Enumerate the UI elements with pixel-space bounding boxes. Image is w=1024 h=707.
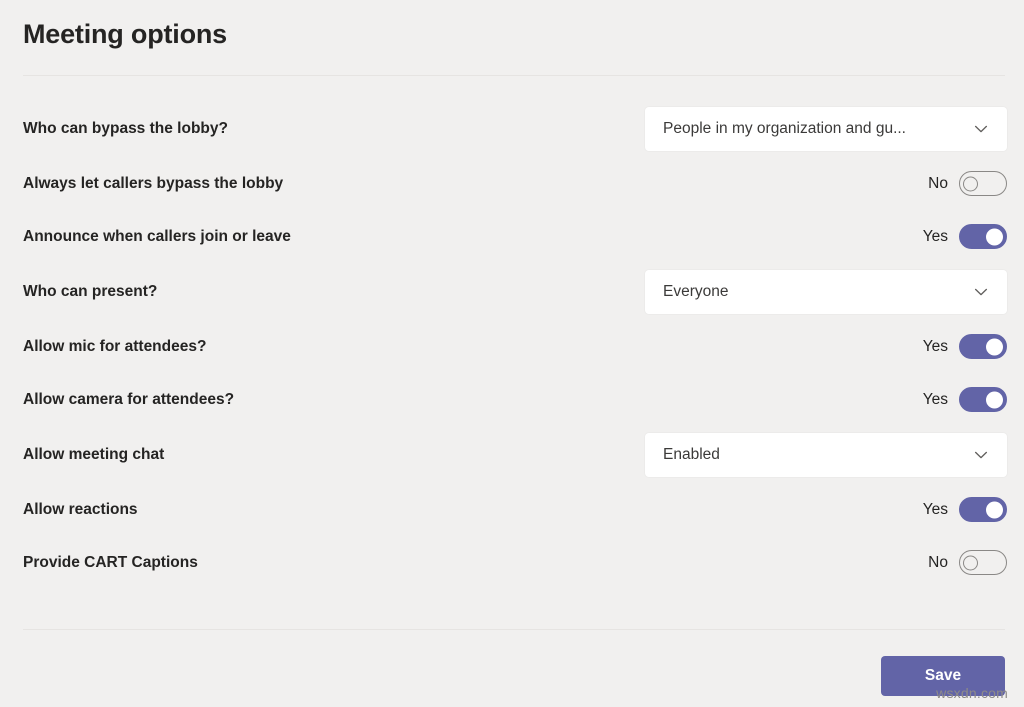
option-row-announce-when-callers-join-or-leave: Announce when callers join or leave Yes [0, 210, 1024, 263]
save-button[interactable]: Save [881, 656, 1005, 696]
toggle-knob [986, 391, 1003, 408]
option-row-allow-meeting-chat: Allow meeting chat Enabled [0, 426, 1024, 483]
option-label-who-can-present: Who can present? [23, 282, 158, 300]
dropdown-who-can-bypass-lobby[interactable]: People in my organization and gu... [645, 106, 1007, 151]
toggle-allow-mic-for-attendees[interactable] [959, 334, 1007, 359]
footer-bar: Save [0, 629, 1024, 707]
toggle-knob [986, 338, 1003, 355]
toggle-state-label-announce-when-callers-join-or-leave: Yes [922, 227, 948, 245]
toggle-group-allow-mic-for-attendees: Yes [922, 334, 1007, 359]
dropdown-allow-meeting-chat[interactable]: Enabled [645, 432, 1007, 477]
toggle-knob [986, 228, 1003, 245]
dropdown-value-who-can-bypass-lobby: People in my organization and gu... [663, 119, 906, 137]
option-label-provide-cart-captions: Provide CART Captions [23, 553, 198, 571]
option-label-allow-reactions: Allow reactions [23, 500, 138, 518]
option-label-announce-when-callers-join-or-leave: Announce when callers join or leave [23, 227, 291, 245]
toggle-knob [986, 501, 1003, 518]
toggle-state-label-allow-camera-for-attendees: Yes [922, 390, 948, 408]
toggle-allow-camera-for-attendees[interactable] [959, 387, 1007, 412]
page-title: Meeting options [23, 19, 227, 49]
toggle-knob [963, 176, 978, 191]
dropdown-value-who-can-present: Everyone [663, 282, 729, 300]
options-list: Who can bypass the lobby? People in my or… [0, 100, 1024, 589]
header-divider [23, 75, 1005, 76]
option-row-allow-reactions: Allow reactions Yes [0, 483, 1024, 536]
option-row-who-can-present: Who can present? Everyone [0, 263, 1024, 320]
toggle-state-label-allow-reactions: Yes [922, 500, 948, 518]
toggle-group-allow-reactions: Yes [922, 497, 1007, 522]
toggle-state-label-allow-mic-for-attendees: Yes [922, 337, 948, 355]
toggle-announce-when-callers-join-or-leave[interactable] [959, 224, 1007, 249]
toggle-group-always-let-callers-bypass-lobby: No [922, 171, 1007, 196]
chevron-down-icon [973, 447, 989, 463]
option-row-who-can-bypass-lobby: Who can bypass the lobby? People in my or… [0, 100, 1024, 157]
option-row-allow-camera-for-attendees: Allow camera for attendees? Yes [0, 373, 1024, 426]
toggle-group-provide-cart-captions: No [922, 550, 1007, 575]
toggle-allow-reactions[interactable] [959, 497, 1007, 522]
option-row-allow-mic-for-attendees: Allow mic for attendees? Yes [0, 320, 1024, 373]
toggle-provide-cart-captions[interactable] [959, 550, 1007, 575]
option-label-allow-mic-for-attendees: Allow mic for attendees? [23, 337, 207, 355]
option-label-who-can-bypass-lobby: Who can bypass the lobby? [23, 119, 228, 137]
option-label-always-let-callers-bypass-lobby: Always let callers bypass the lobby [23, 174, 284, 192]
meeting-options-panel: Meeting options Who can bypass the lobby… [0, 0, 1024, 707]
dropdown-value-allow-meeting-chat: Enabled [663, 445, 720, 463]
option-label-allow-camera-for-attendees: Allow camera for attendees? [23, 390, 235, 408]
toggle-group-allow-camera-for-attendees: Yes [922, 387, 1007, 412]
chevron-down-icon [973, 121, 989, 137]
toggle-state-label-provide-cart-captions: No [928, 553, 948, 571]
option-row-always-let-callers-bypass-lobby: Always let callers bypass the lobby No [0, 157, 1024, 210]
toggle-state-label-always-let-callers-bypass-lobby: No [928, 174, 948, 192]
option-row-provide-cart-captions: Provide CART Captions No [0, 536, 1024, 589]
option-label-allow-meeting-chat: Allow meeting chat [23, 445, 165, 463]
toggle-always-let-callers-bypass-lobby[interactable] [959, 171, 1007, 196]
toggle-group-announce-when-callers-join-or-leave: Yes [922, 224, 1007, 249]
chevron-down-icon [973, 284, 989, 300]
toggle-knob [963, 555, 978, 570]
dropdown-who-can-present[interactable]: Everyone [645, 269, 1007, 314]
